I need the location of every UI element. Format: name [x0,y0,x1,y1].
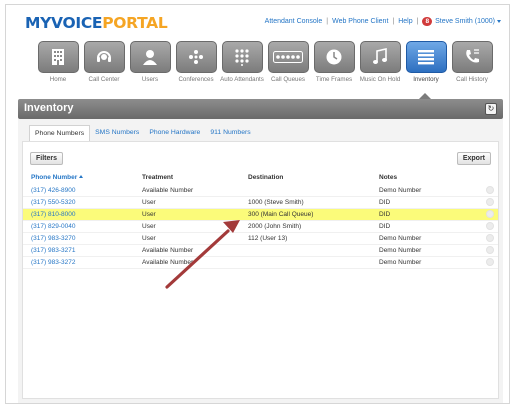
table-row[interactable]: (317) 829-0040 User 2000 (John Smith) DI… [23,221,498,233]
table-header: Phone Number Treatment Destination Notes [31,174,493,184]
tab-phone-hardware[interactable]: Phone Hardware [144,125,205,141]
destination-cell: 112 (User 13) [248,235,288,242]
app-window: MYVOICEPORTAL Attendant Console | Web Ph… [5,4,510,404]
notification-badge[interactable]: 8 [422,17,433,26]
column-header-notes[interactable]: Notes [379,174,397,181]
table-row[interactable]: (317) 983-3272 Available Number Demo Num… [23,257,498,269]
nav-time-frames[interactable]: Time Frames [311,41,357,84]
main-nav: Home Call Center Users Conferences Auto … [35,41,495,97]
notes-cell: Demo Number [379,235,422,242]
edit-icon[interactable] [486,234,494,242]
tab-sms-numbers[interactable]: SMS Numbers [90,125,144,141]
destination-cell: 300 (Main Call Queue) [248,211,314,218]
headset-icon [83,41,125,73]
nav-home[interactable]: Home [35,41,81,84]
column-header-treatment[interactable]: Treatment [142,174,173,181]
phone-number-link[interactable]: (317) 550-5320 [31,199,75,206]
edit-icon[interactable] [486,222,494,230]
edit-icon[interactable] [486,246,494,254]
keypad-icon [221,41,263,73]
tab-content: Filters Export Phone Number Treatment De… [22,141,499,399]
building-icon [37,41,79,73]
tab-phone-numbers[interactable]: Phone Numbers [29,125,91,141]
phone-number-link[interactable]: (317) 829-0040 [31,223,75,230]
phone-numbers-table: (317) 426-8900 Available Number Demo Num… [23,185,498,269]
column-header-phone-number[interactable]: Phone Number [31,174,84,181]
nav-conferences[interactable]: Conferences [173,41,219,84]
list-icon [405,41,447,73]
nav-call-center[interactable]: Call Center [81,41,127,84]
queue-dots-icon [267,41,309,73]
user-menu[interactable]: Steve Smith (1000) [435,18,495,25]
destination-cell: 1000 (Steve Smith) [248,199,304,206]
clock-icon [313,41,355,73]
column-header-destination[interactable]: Destination [248,174,283,181]
nav-music-on-hold[interactable]: Music On Hold [357,41,403,84]
attendant-console-link[interactable]: Attendant Console [265,18,323,25]
top-bar: Attendant Console | Web Phone Client | H… [265,17,501,26]
tab-bar: Phone Numbers SMS Numbers Phone Hardware… [29,125,256,141]
web-phone-client-link[interactable]: Web Phone Client [332,18,388,25]
table-row[interactable]: (317) 426-8900 Available Number Demo Num… [23,185,498,197]
nav-auto-attendants[interactable]: Auto Attendants [219,41,265,84]
filters-button[interactable]: Filters [30,152,64,165]
treatment-cell: User [142,199,156,206]
inventory-panel: Phone Numbers SMS Numbers Phone Hardware… [18,119,503,403]
phone-number-link[interactable]: (317) 983-3272 [31,259,75,266]
notes-cell: DID [379,223,391,230]
refresh-icon[interactable]: ↻ [485,103,497,115]
notes-cell: DID [379,211,391,218]
section-header: Inventory ↻ [18,99,503,119]
notes-cell: Demo Number [379,259,422,266]
app-logo[interactable]: MYVOICEPORTAL [25,14,168,32]
phone-history-icon [451,41,493,73]
table-row-highlighted[interactable]: (317) 810-8000 User 300 (Main Call Queue… [23,209,498,221]
tab-911-numbers[interactable]: 911 Numbers [205,125,255,141]
destination-cell: 2000 (John Smith) [248,223,302,230]
phone-number-link[interactable]: (317) 983-3270 [31,235,75,242]
help-link[interactable]: Help [398,18,412,25]
notes-cell: DID [379,199,391,206]
music-note-icon [359,41,401,73]
table-row[interactable]: (317) 983-3271 Available Number Demo Num… [23,245,498,257]
nav-inventory[interactable]: Inventory [403,41,449,84]
phone-number-link[interactable]: (317) 810-8000 [31,211,75,218]
export-button[interactable]: Export [456,152,491,165]
treatment-cell: Available Number [142,259,194,266]
table-row[interactable]: (317) 983-3270 User 112 (User 13) Demo N… [23,233,498,245]
nav-call-history[interactable]: Call History [449,41,495,84]
treatment-cell: User [142,235,156,242]
phone-number-link[interactable]: (317) 983-3271 [31,247,75,254]
notes-cell: Demo Number [379,187,422,194]
page-title: Inventory [24,102,74,114]
edit-icon[interactable] [486,258,494,266]
treatment-cell: Available Number [142,187,194,194]
user-icon [129,41,171,73]
nav-users[interactable]: Users [127,41,173,84]
treatment-cell: User [142,223,156,230]
chevron-down-icon[interactable] [497,20,501,23]
edit-icon[interactable] [486,186,494,194]
edit-icon[interactable] [486,198,494,206]
sort-ascending-icon [79,175,84,178]
table-row[interactable]: (317) 550-5320 User 1000 (Steve Smith) D… [23,197,498,209]
phone-number-link[interactable]: (317) 426-8900 [31,187,75,194]
treatment-cell: Available Number [142,247,194,254]
conference-icon [175,41,217,73]
edit-icon[interactable] [486,210,494,218]
treatment-cell: User [142,211,156,218]
notes-cell: Demo Number [379,247,422,254]
nav-call-queues[interactable]: Call Queues [265,41,311,84]
